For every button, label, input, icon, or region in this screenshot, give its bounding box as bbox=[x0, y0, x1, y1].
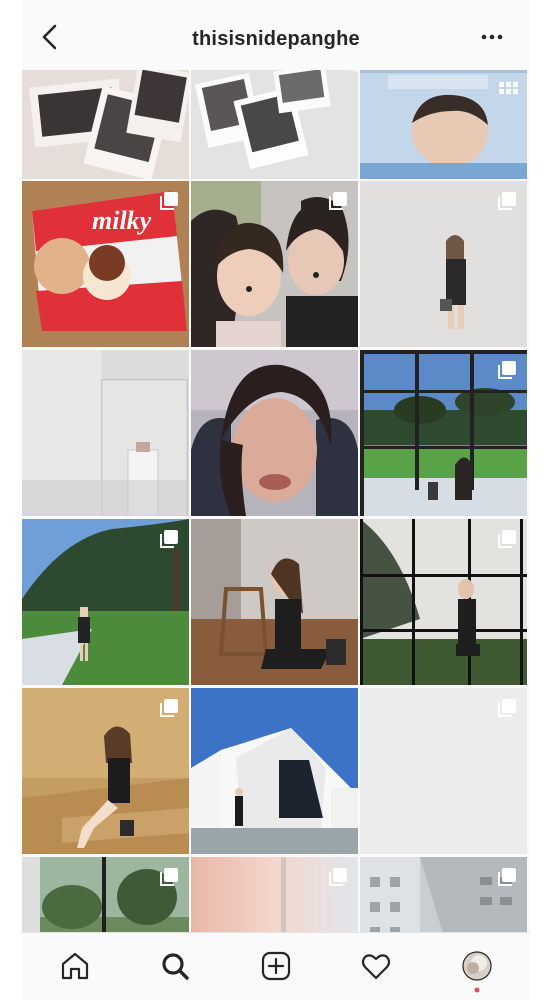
post-tile[interactable] bbox=[191, 181, 358, 347]
carousel-icon bbox=[160, 868, 178, 886]
multi-post-indicator bbox=[158, 866, 180, 888]
post-tile[interactable]: milky bbox=[22, 181, 189, 347]
carousel-icon bbox=[498, 361, 516, 379]
post-tile[interactable] bbox=[191, 857, 358, 932]
carousel-icon bbox=[160, 699, 178, 717]
post-tile[interactable] bbox=[191, 350, 358, 516]
post-image bbox=[22, 350, 189, 516]
multi-post-indicator bbox=[158, 528, 180, 550]
post-tile[interactable] bbox=[22, 519, 189, 685]
ellipsis-horizontal-icon bbox=[481, 34, 503, 40]
nav-search[interactable] bbox=[158, 949, 192, 983]
post-image bbox=[22, 70, 189, 179]
posts-grid: milky bbox=[22, 70, 530, 932]
carousel-icon bbox=[160, 530, 178, 548]
carousel-icon bbox=[160, 192, 178, 210]
plus-square-icon bbox=[261, 951, 291, 981]
post-image bbox=[191, 688, 358, 854]
nav-new-post[interactable] bbox=[259, 949, 293, 983]
carousel-icon bbox=[329, 192, 347, 210]
avatar-icon bbox=[462, 951, 492, 981]
nav-activity[interactable] bbox=[359, 949, 393, 983]
post-tile[interactable] bbox=[360, 519, 527, 685]
carousel-icon bbox=[498, 868, 516, 886]
carousel-icon bbox=[498, 699, 516, 717]
grid-badge bbox=[497, 79, 519, 101]
multi-post-indicator bbox=[496, 190, 518, 212]
profile-header: thisisnidepanghe bbox=[22, 0, 530, 70]
search-icon bbox=[162, 953, 189, 980]
post-tile[interactable] bbox=[22, 70, 189, 179]
multi-post-indicator bbox=[496, 697, 518, 719]
heart-icon bbox=[361, 954, 391, 980]
notification-dot-icon bbox=[474, 987, 480, 993]
multi-post-indicator bbox=[158, 697, 180, 719]
post-tile[interactable] bbox=[22, 350, 189, 516]
svg-text:milky: milky bbox=[92, 206, 152, 235]
carousel-icon bbox=[329, 868, 347, 886]
post-tile[interactable] bbox=[360, 70, 527, 179]
nav-home[interactable] bbox=[58, 949, 92, 983]
post-tile[interactable] bbox=[191, 519, 358, 685]
multi-post-indicator bbox=[496, 866, 518, 888]
post-tile[interactable] bbox=[191, 70, 358, 179]
post-tile[interactable] bbox=[360, 181, 527, 347]
post-tile[interactable] bbox=[191, 688, 358, 854]
multi-post-indicator bbox=[496, 528, 518, 550]
post-tile[interactable] bbox=[22, 688, 189, 854]
post-tile[interactable] bbox=[360, 350, 527, 516]
post-tile[interactable] bbox=[360, 857, 527, 932]
carousel-icon bbox=[498, 530, 516, 548]
post-tile[interactable] bbox=[22, 857, 189, 932]
home-icon bbox=[61, 952, 89, 980]
profile-username: thisisnidepanghe bbox=[192, 28, 360, 50]
nav-profile[interactable] bbox=[460, 949, 494, 993]
app-frame: thisisnidepanghe milky bbox=[22, 0, 530, 1000]
carousel-icon bbox=[498, 192, 516, 210]
multi-post-indicator bbox=[327, 190, 349, 212]
post-image bbox=[191, 519, 358, 685]
bottom-navigation-bar bbox=[22, 932, 530, 1000]
post-tile[interactable] bbox=[360, 688, 527, 854]
post-image bbox=[191, 350, 358, 516]
multi-post-indicator bbox=[158, 190, 180, 212]
multi-post-indicator bbox=[327, 866, 349, 888]
more-options-button[interactable] bbox=[480, 30, 504, 44]
grid-icon bbox=[499, 82, 518, 94]
multi-post-indicator bbox=[496, 359, 518, 381]
post-image bbox=[191, 70, 358, 179]
